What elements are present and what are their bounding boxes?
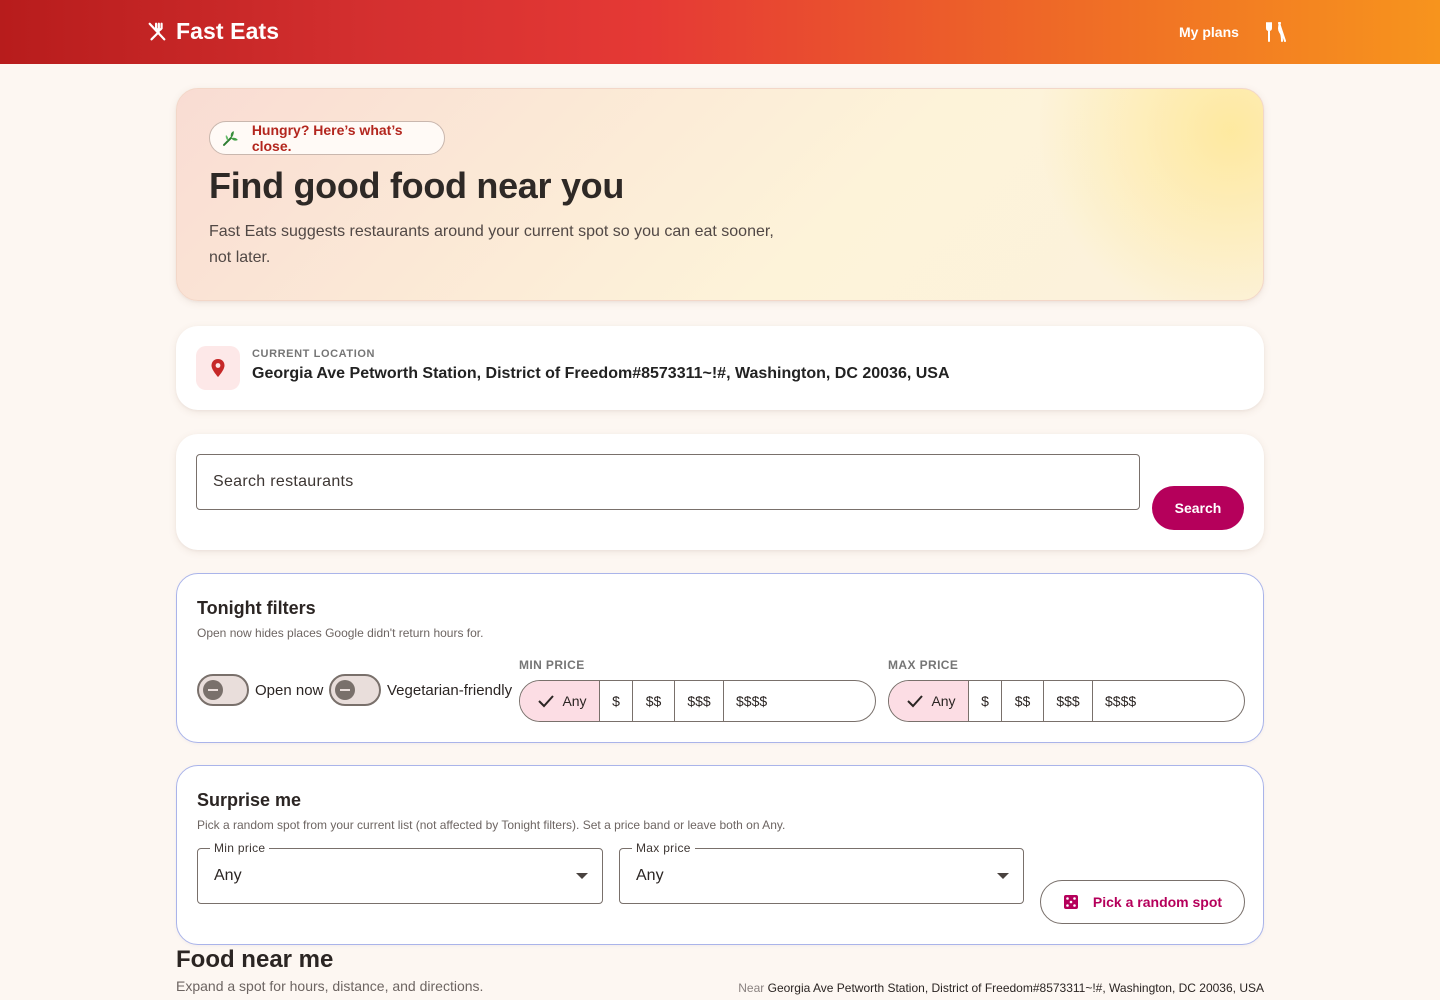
- max-price-select[interactable]: Max price Any: [619, 841, 1024, 904]
- vegetarian-label: Vegetarian-friendly: [387, 681, 513, 699]
- location-label: CURRENT LOCATION: [252, 348, 376, 360]
- hero-banner: Hungry? Here’s what’s close. Find good f…: [176, 88, 1264, 301]
- filters-subtitle: Open now hides places Google didn't retu…: [197, 626, 484, 640]
- brand[interactable]: Fast Eats: [146, 18, 279, 45]
- location-value: Georgia Ave Petworth Station, District o…: [252, 365, 950, 382]
- max-price-1[interactable]: $: [969, 681, 1002, 721]
- utensils-icon[interactable]: [1265, 20, 1287, 44]
- surprise-me-card: Surprise me Pick a random spot from your…: [176, 765, 1264, 945]
- brand-name: Fast Eats: [176, 18, 280, 44]
- min-price-3[interactable]: $$$: [675, 681, 724, 721]
- dropdown-arrow-icon: [997, 873, 1009, 879]
- min-price-1[interactable]: $: [600, 681, 633, 721]
- vegetarian-switch[interactable]: [329, 674, 381, 706]
- min-price-select-value: Any: [214, 867, 242, 884]
- min-price-segmented: Any $ $$ $$$ $$$$: [519, 680, 876, 722]
- min-price-label: MIN PRICE: [519, 658, 585, 672]
- search-input[interactable]: [196, 454, 1140, 510]
- pick-random-spot-button[interactable]: Pick a random spot: [1040, 880, 1245, 924]
- vegetarian-toggle[interactable]: Vegetarian-friendly: [329, 674, 512, 706]
- my-plans-link[interactable]: My plans: [1179, 24, 1239, 40]
- pick-random-spot-label: Pick a random spot: [1092, 894, 1223, 910]
- near-location: Near Georgia Ave Petworth Station, Distr…: [738, 981, 1264, 995]
- current-location-card: CURRENT LOCATION Georgia Ave Petworth St…: [176, 326, 1264, 410]
- surprise-title: Surprise me: [197, 790, 302, 810]
- fork-knife-icon: [148, 22, 166, 40]
- min-price-2[interactable]: $$: [633, 681, 675, 721]
- min-price-select[interactable]: Min price Any: [197, 841, 603, 904]
- location-pin-icon: [211, 359, 225, 377]
- open-now-label: Open now: [255, 681, 324, 699]
- dropdown-arrow-icon: [576, 873, 588, 879]
- open-now-switch[interactable]: [197, 674, 249, 706]
- max-price-any[interactable]: Any: [889, 681, 969, 721]
- switch-off-icon: [203, 680, 223, 700]
- max-price-2[interactable]: $$: [1002, 681, 1044, 721]
- max-price-4[interactable]: $$$$: [1093, 681, 1244, 721]
- max-price-select-value: Any: [636, 867, 664, 884]
- sprout-icon: [222, 131, 238, 146]
- max-price-3[interactable]: $$$: [1044, 681, 1093, 721]
- check-icon: [538, 695, 555, 708]
- food-near-me-title: Food near me: [176, 946, 334, 973]
- location-badge: [196, 346, 240, 390]
- open-now-toggle[interactable]: Open now: [197, 674, 323, 706]
- min-price-4[interactable]: $$$$: [724, 681, 875, 721]
- hero-chip: Hungry? Here’s what’s close.: [209, 121, 445, 155]
- surprise-subtitle: Pick a random spot from your current lis…: [197, 818, 786, 832]
- food-near-me-subtitle: Expand a spot for hours, distance, and d…: [176, 978, 484, 994]
- near-location-value: Georgia Ave Petworth Station, District o…: [767, 981, 1264, 995]
- page-title: Find good food near you: [209, 165, 625, 206]
- search-card: Search: [176, 434, 1264, 550]
- dice-icon: [1063, 895, 1078, 909]
- search-button[interactable]: Search: [1152, 486, 1244, 530]
- max-price-label: MAX PRICE: [888, 658, 959, 672]
- filters-title: Tonight filters: [197, 598, 316, 618]
- tonight-filters-card: Tonight filters Open now hides places Go…: [176, 573, 1264, 743]
- max-price-select-label: Max price: [632, 841, 695, 855]
- switch-off-icon: [335, 680, 355, 700]
- check-icon: [907, 695, 924, 708]
- min-price-any[interactable]: Any: [520, 681, 600, 721]
- hero-subtitle: Fast Eats suggests restaurants around yo…: [209, 223, 774, 266]
- min-price-any-label: Any: [562, 693, 587, 709]
- min-price-select-label: Min price: [210, 841, 270, 855]
- max-price-any-label: Any: [931, 693, 956, 709]
- top-app-bar: Fast Eats My plans: [0, 0, 1440, 64]
- hero-chip-text: Hungry? Here’s what’s close.: [251, 122, 403, 154]
- max-price-segmented: Any $ $$ $$$ $$$$: [888, 680, 1245, 722]
- near-label: Near: [738, 981, 765, 995]
